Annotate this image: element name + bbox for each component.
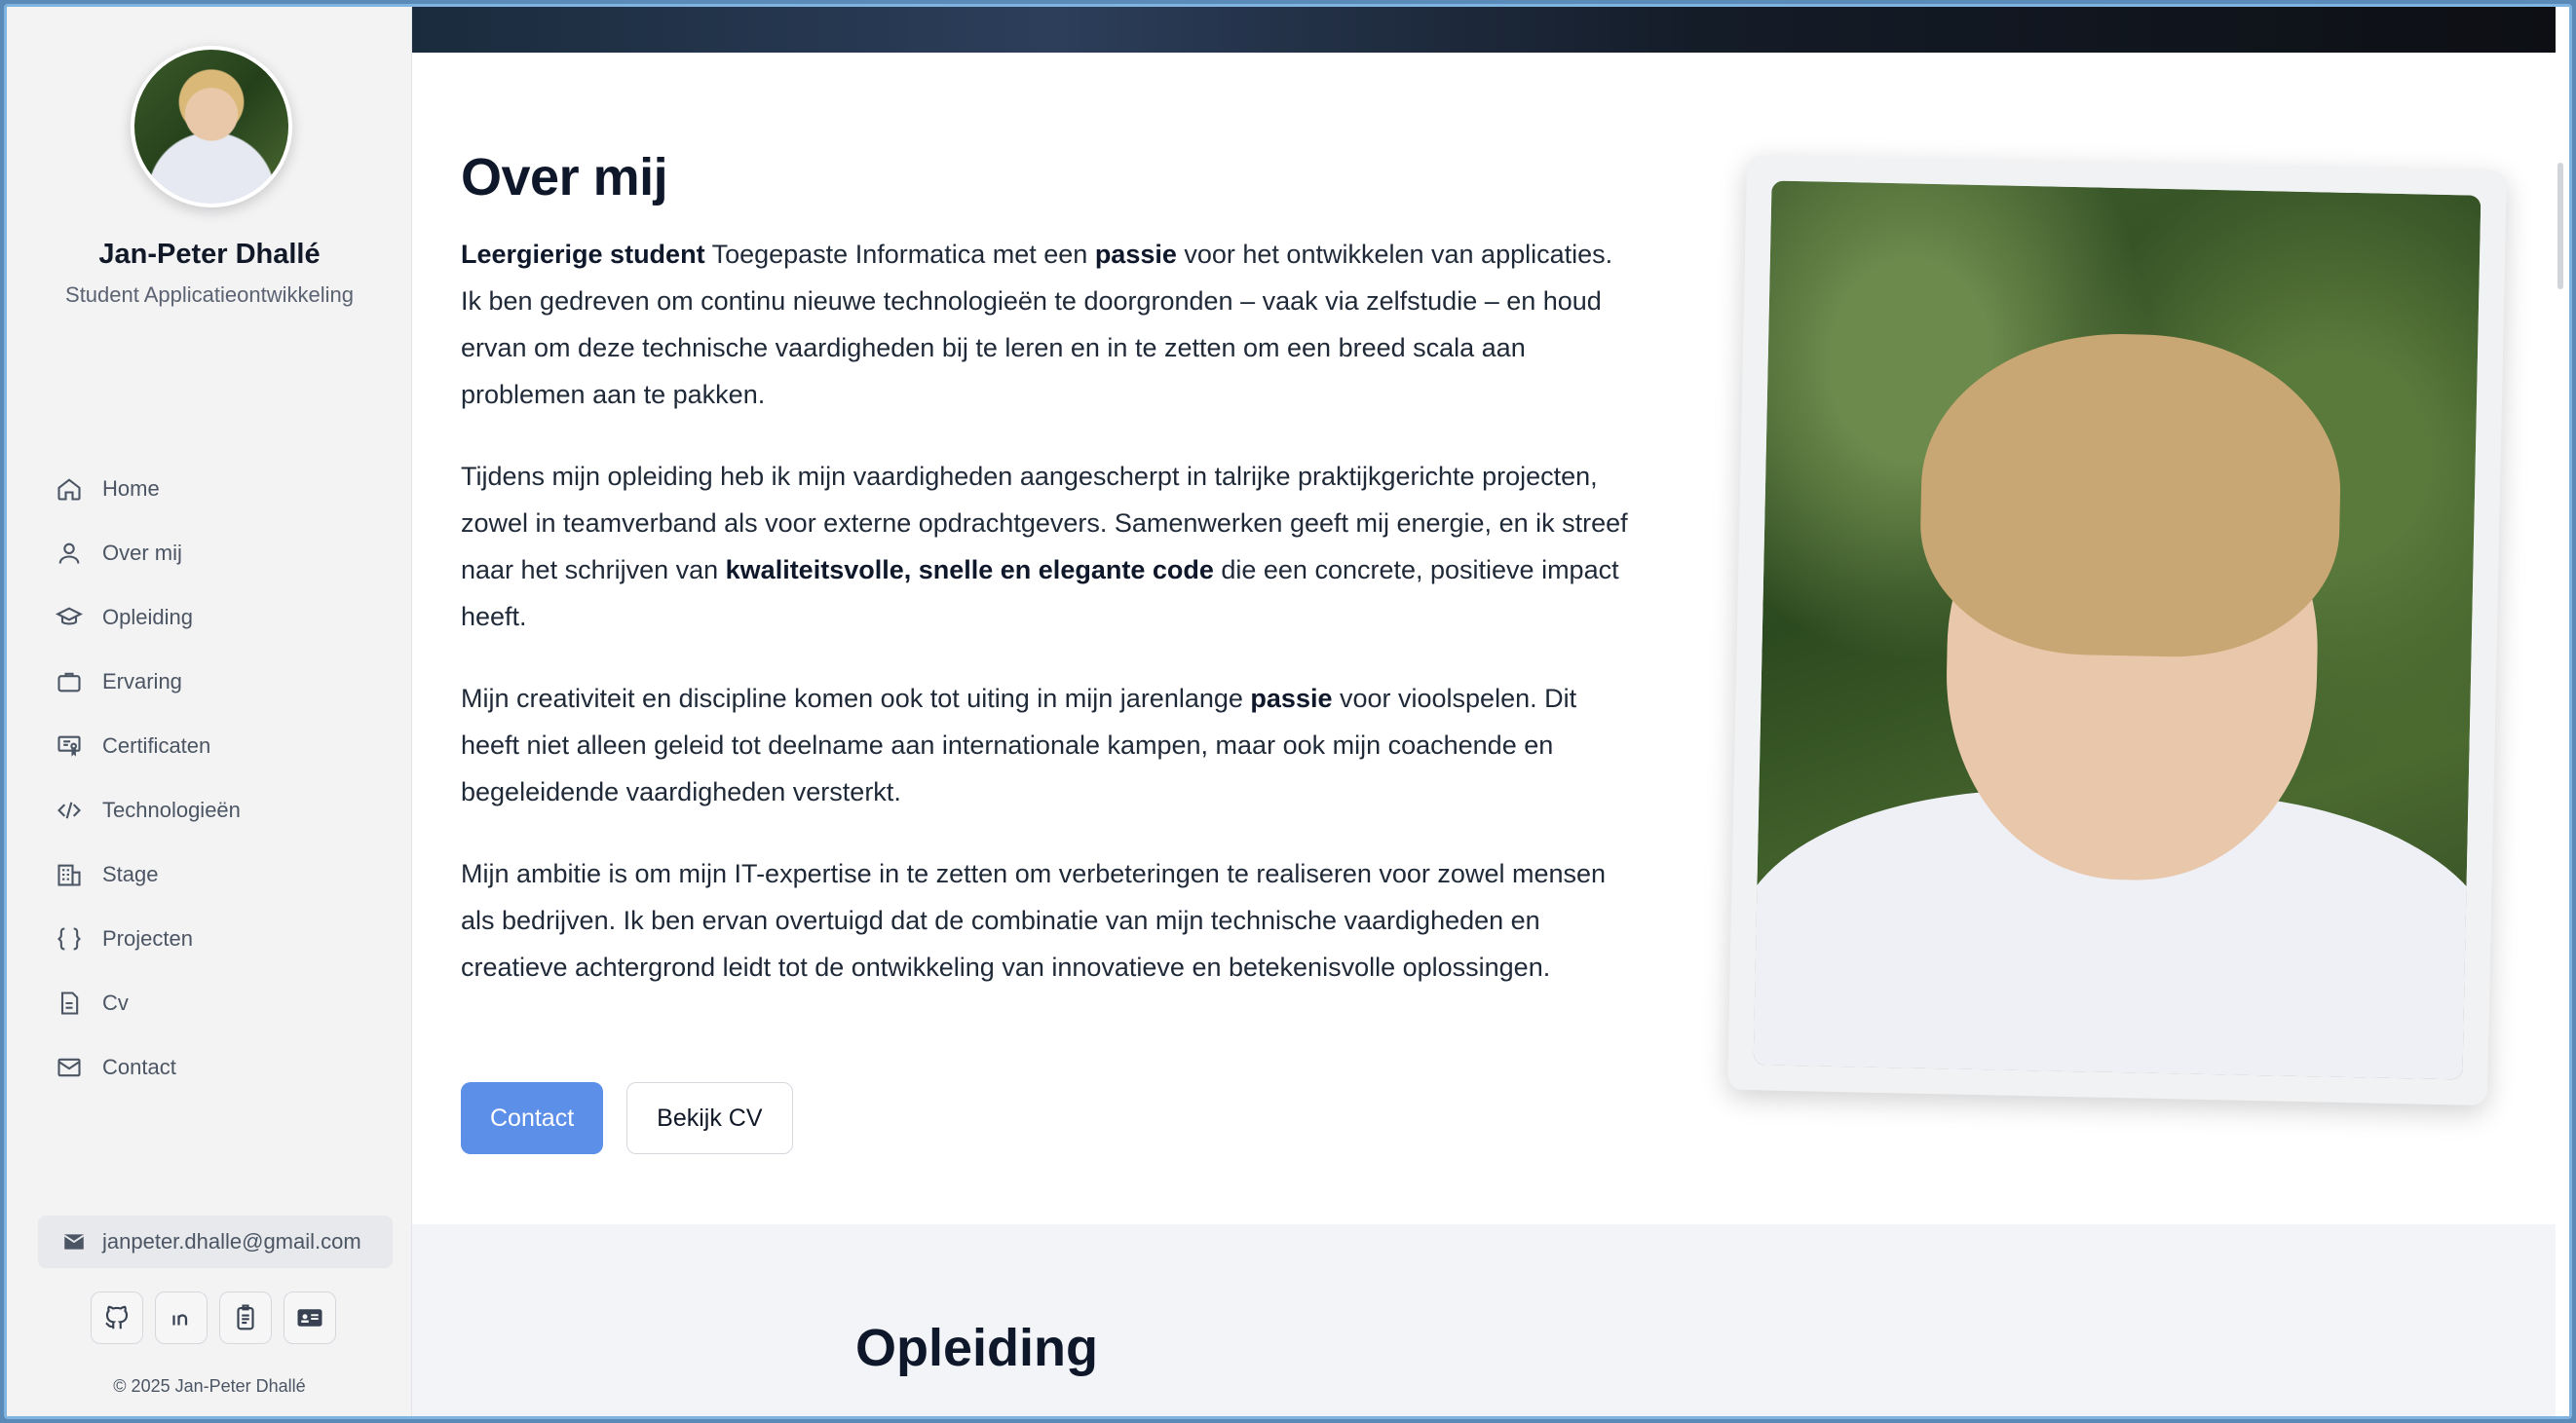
sidebar-item-label: Stage xyxy=(102,862,159,886)
sidebar-item-label: Over mij xyxy=(102,541,182,565)
profile-photo xyxy=(1753,180,2481,1080)
sidebar-item-label: Opleiding xyxy=(102,605,193,629)
about-paragraph-3: Mijn creativiteit en discipline komen oo… xyxy=(461,684,1577,806)
graduation-cap-icon xyxy=(56,607,83,625)
mail-icon xyxy=(57,1058,81,1077)
sidebar: Jan-Peter Dhallé Student Applicatieontwi… xyxy=(7,7,412,1416)
sidebar-item-opleiding[interactable]: Opleiding xyxy=(7,585,412,650)
sidebar-item-label: Cv xyxy=(102,991,129,1015)
about-paragraph-2: Tijdens mijn opleiding heb ik mijn vaard… xyxy=(461,462,1628,631)
sidebar-item-projecten[interactable]: Projecten xyxy=(7,907,412,971)
sidebar-item-ervaring[interactable]: Ervaring xyxy=(7,650,412,714)
id-card-icon xyxy=(297,1309,322,1327)
social-links xyxy=(91,1292,336,1344)
sidebar-item-label: Ervaring xyxy=(102,669,182,693)
section-title-about: Over mij xyxy=(461,148,668,206)
about-text: Leergierige student Toegepaste Informati… xyxy=(461,231,1640,1026)
mail-icon xyxy=(63,1234,85,1250)
badge-button[interactable] xyxy=(219,1292,272,1344)
sidebar-item-label: Home xyxy=(102,476,160,501)
code-icon xyxy=(57,802,81,819)
sidebar-item-label: Contact xyxy=(102,1055,176,1079)
sidebar-item-label: Certificaten xyxy=(102,733,211,758)
profile-role: Student Applicatieontwikkeling xyxy=(65,282,354,307)
sidebar-item-home[interactable]: Home xyxy=(7,457,412,521)
hero-image-strip xyxy=(412,7,2556,53)
building-icon xyxy=(57,864,81,886)
briefcase-icon xyxy=(57,672,81,693)
contact-button[interactable]: Contact xyxy=(461,1082,604,1154)
sidebar-nav: Home Over mij Opleiding Ervaring Certifi… xyxy=(7,457,412,1100)
avatar xyxy=(131,46,292,207)
profile-photo-frame xyxy=(1727,154,2507,1106)
email-link[interactable]: janpeter.dhalle@gmail.com xyxy=(38,1216,393,1268)
linkedin-icon xyxy=(172,1310,188,1326)
linkedin-button[interactable] xyxy=(155,1292,208,1344)
profile-name: Jan-Peter Dhallé xyxy=(98,239,321,270)
github-button[interactable] xyxy=(91,1292,143,1344)
email-text: janpeter.dhalle@gmail.com xyxy=(102,1229,361,1254)
scrollbar[interactable] xyxy=(2557,163,2563,289)
github-icon xyxy=(105,1305,129,1329)
user-icon xyxy=(58,543,80,564)
main-content: Over mij Leergierige student Toegepaste … xyxy=(412,7,2569,1416)
sidebar-item-contact[interactable]: Contact xyxy=(7,1035,412,1100)
about-actions: Contact Bekijk CV xyxy=(461,1082,793,1154)
sidebar-item-label: Technologieën xyxy=(102,798,241,822)
copyright: © 2025 Jan-Peter Dhallé xyxy=(113,1376,306,1396)
certificate-icon xyxy=(57,735,81,757)
about-paragraph-4: Mijn ambitie is om mijn IT-expertise in … xyxy=(461,859,1607,982)
braces-icon xyxy=(57,927,81,951)
document-icon xyxy=(60,992,79,1015)
view-cv-button[interactable]: Bekijk CV xyxy=(626,1082,793,1154)
sidebar-item-certificaten[interactable]: Certificaten xyxy=(7,714,412,778)
sidebar-item-over-mij[interactable]: Over mij xyxy=(7,521,412,585)
browser-window: Jan-Peter Dhallé Student Applicatieontwi… xyxy=(4,4,2572,1419)
sidebar-item-technologieen[interactable]: Technologieën xyxy=(7,778,412,843)
id-card-button[interactable] xyxy=(284,1292,336,1344)
sidebar-item-label: Projecten xyxy=(102,926,193,951)
education-section: Opleiding xyxy=(412,1224,2556,1416)
home-icon xyxy=(57,478,81,501)
about-paragraph-1: Leergierige student Toegepaste Informati… xyxy=(461,240,1613,409)
section-title-education: Opleiding xyxy=(855,1319,1098,1377)
sidebar-item-cv[interactable]: Cv xyxy=(7,971,412,1035)
badge-icon xyxy=(237,1304,254,1330)
sidebar-item-stage[interactable]: Stage xyxy=(7,843,412,907)
